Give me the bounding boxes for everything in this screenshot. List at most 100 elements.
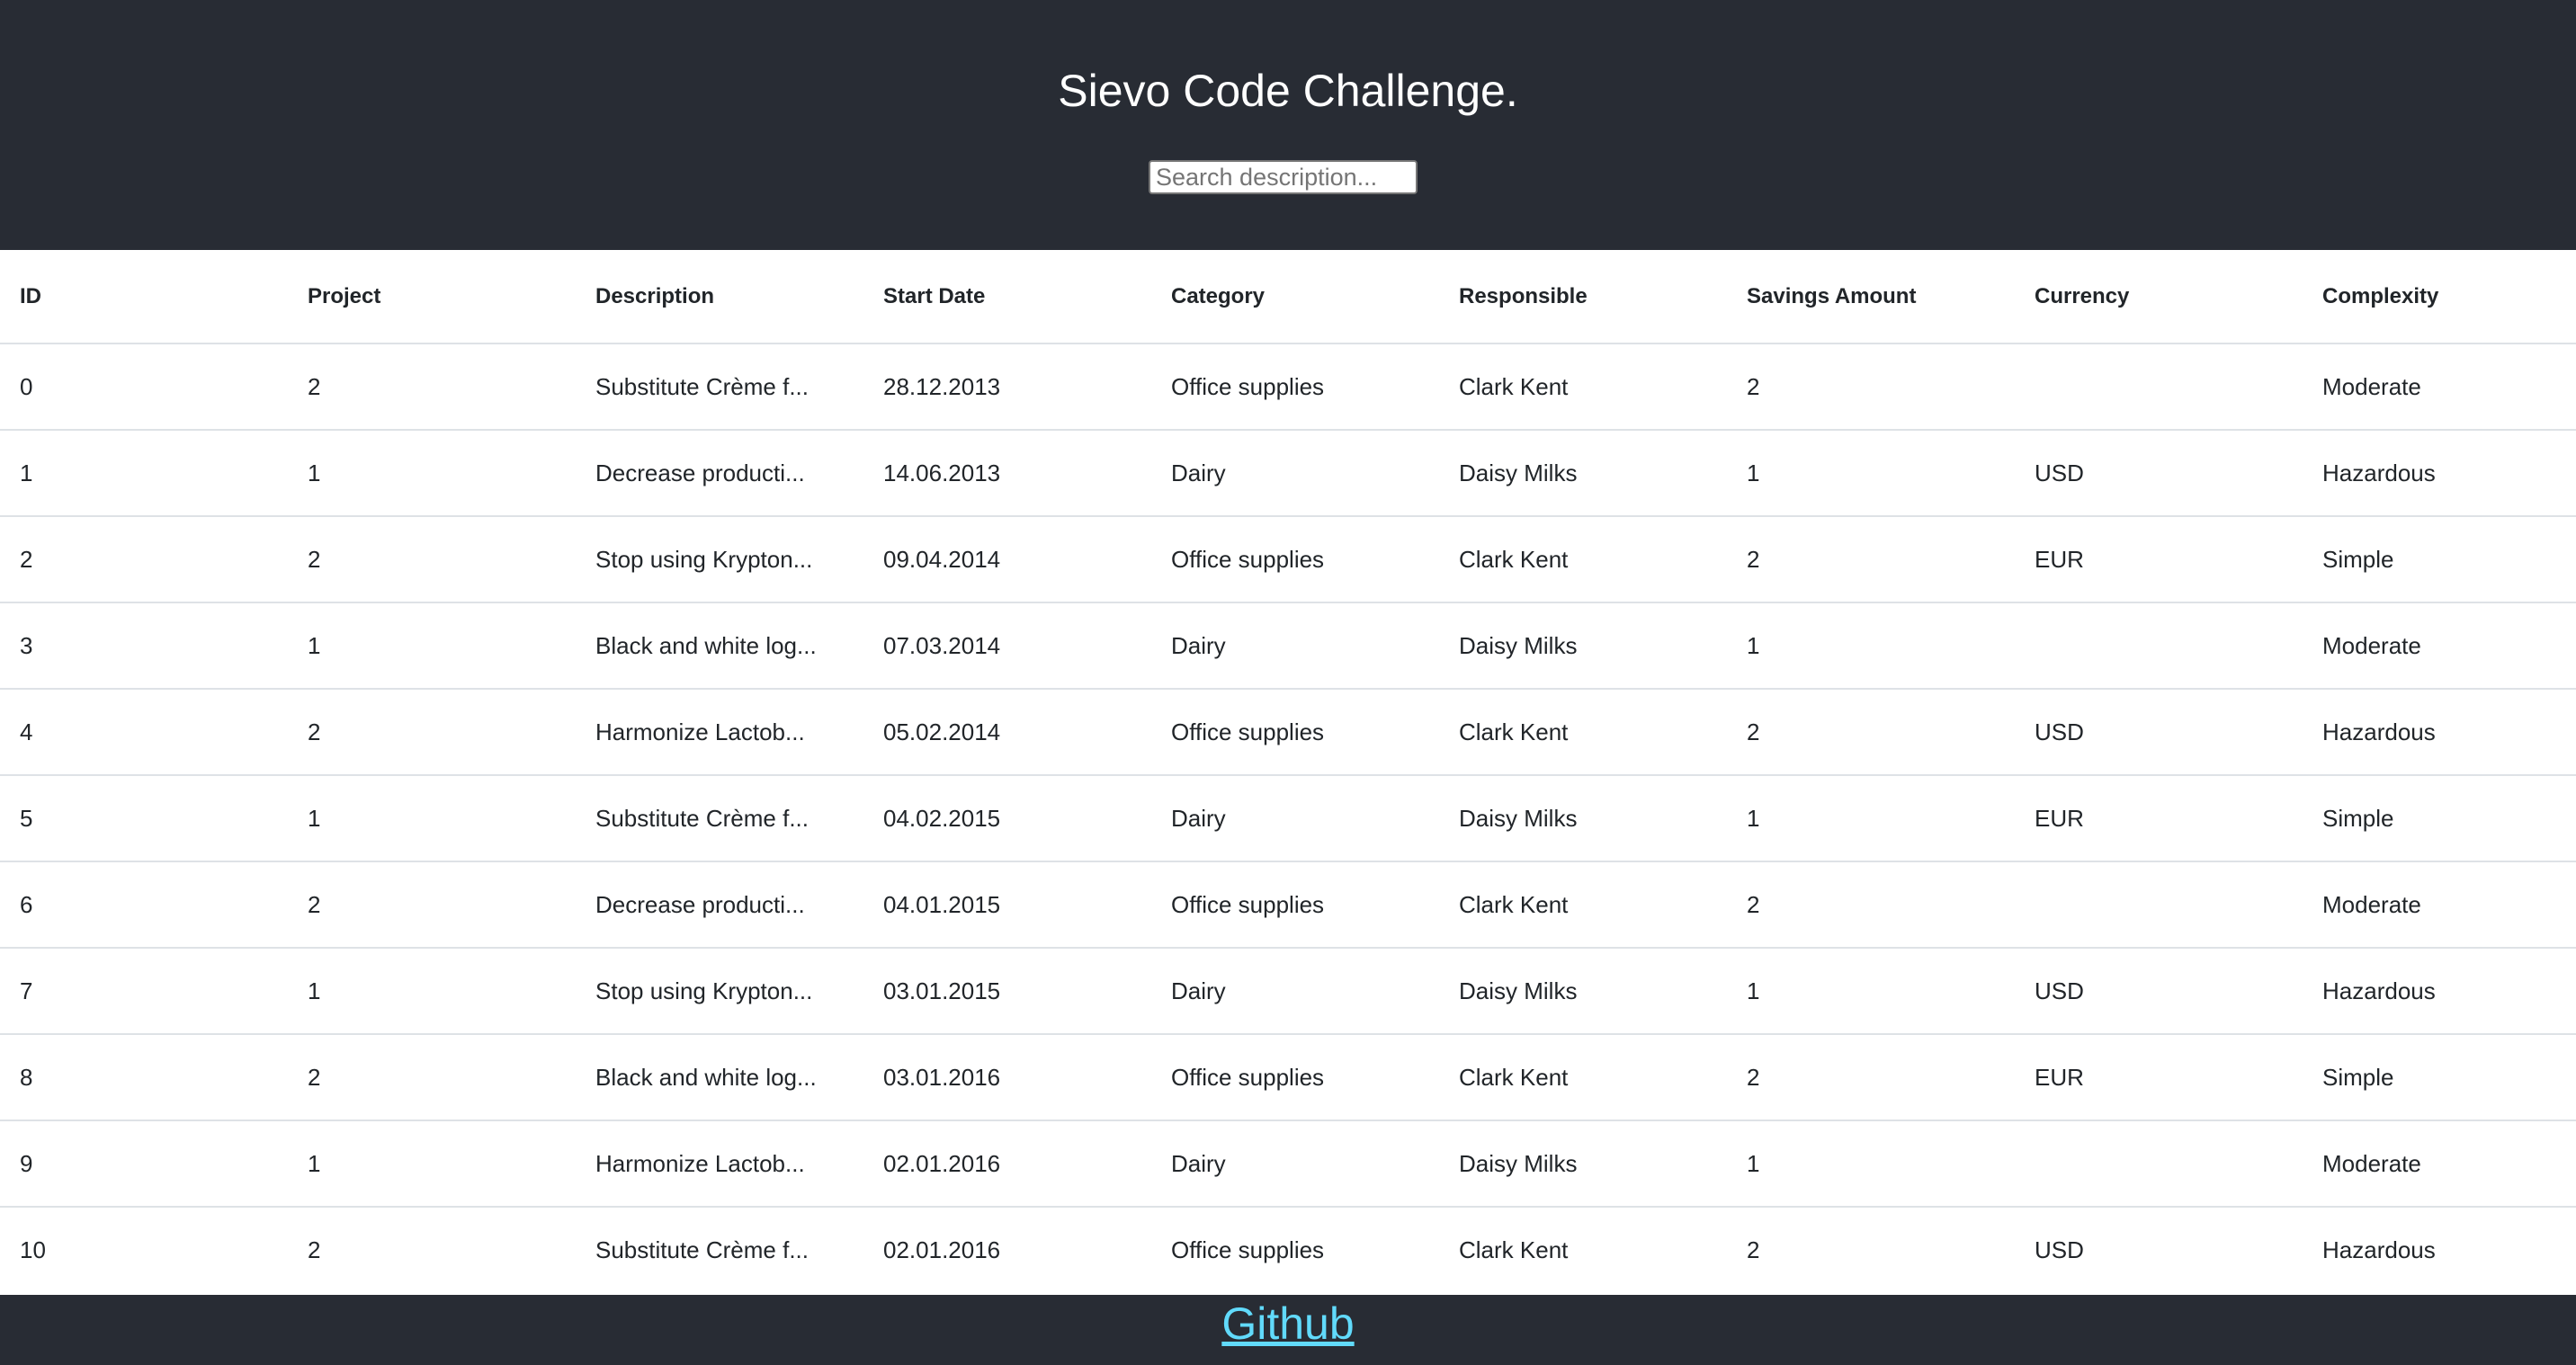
cell-responsible: Clark Kent (1439, 516, 1727, 603)
cell-id: 1 (0, 430, 288, 517)
app-footer: Github (0, 1295, 2576, 1365)
cell-start-date: 04.01.2015 (863, 861, 1151, 949)
cell-id: 10 (20, 1236, 46, 1263)
column-header-project[interactable]: Project (288, 250, 576, 344)
table-row: 9 1 Harmonize Lactob... 02.01.2016 Dairy Dais… (0, 1120, 2576, 1208)
cell-category: Dairy (1151, 948, 1439, 1035)
cell-responsible: Daisy Milks (1439, 948, 1727, 1035)
cell-complexity: Hazardous (2322, 1236, 2436, 1263)
cell-description: Harmonize Lactob... (576, 689, 863, 776)
cell-savings-amount: 1 (1727, 1120, 2015, 1208)
cell-id: 4 (0, 689, 288, 776)
cell-complexity: Hazardous (2303, 948, 2576, 1035)
cell-responsible: Daisy Milks (1439, 430, 1727, 517)
cell-id: 3 (0, 602, 288, 690)
projects-table: ID Project Description Start Date Catego… (0, 250, 2576, 1293)
cell-complexity: Hazardous (2303, 430, 2576, 517)
app-header: Sievo Code Challenge. (0, 0, 2576, 250)
cell-complexity: Hazardous (2303, 689, 2576, 776)
cell-project: 2 (288, 861, 576, 949)
cell-category: Office supplies (1151, 861, 1439, 949)
cell-description: Decrease producti... (576, 861, 863, 949)
table-row: 5 1 Substitute Crème f... 04.02.2015 Dairy Da… (0, 775, 2576, 862)
cell-currency: EUR (2015, 1034, 2303, 1121)
cell-description: Black and white log... (576, 602, 863, 690)
column-header-savings-amount[interactable]: Savings Amount (1727, 250, 2015, 344)
cell-category: Office supplies (1151, 689, 1439, 776)
cell-savings-amount: 2 (1727, 689, 2015, 776)
cell-description: Stop using Krypton... (576, 516, 863, 603)
cell-savings-amount: 1 (1727, 948, 2015, 1035)
table-row: 10 2 Substitute Crème f... 02.01.2016 Office… (0, 1207, 2576, 1293)
cell-savings-amount: 2 (1727, 343, 2015, 431)
header-row: ID Project Description Start Date Catego… (0, 250, 2576, 344)
column-header-description[interactable]: Description (576, 250, 863, 344)
table-header: ID Project Description Start Date Catego… (0, 250, 2576, 344)
table-row: 8 2 Black and white log... 03.01.2016 Office… (0, 1034, 2576, 1121)
cell-category: Dairy (1151, 430, 1439, 517)
cell-complexity: Moderate (2303, 343, 2576, 431)
cell-start-date: 07.03.2014 (863, 602, 1151, 690)
column-header-id[interactable]: ID (0, 250, 288, 344)
cell-start-date: 14.06.2013 (863, 430, 1151, 517)
cell-currency: USD (2015, 689, 2303, 776)
cell-id: 5 (0, 775, 288, 862)
column-header-category[interactable]: Category (1151, 250, 1439, 344)
column-header-complexity[interactable]: Complexity (2303, 250, 2576, 344)
cell-start-date: 05.02.2014 (863, 689, 1151, 776)
cell-complexity: Simple (2303, 1034, 2576, 1121)
cell-description: Stop using Krypton... (576, 948, 863, 1035)
cell-start-date: 28.12.2013 (863, 343, 1151, 431)
table-row: 2 2 Stop using Krypton... 09.04.2014 Office … (0, 516, 2576, 603)
cell-id: 8 (0, 1034, 288, 1121)
cell-currency (2015, 602, 2303, 690)
cell-description: Harmonize Lactob... (576, 1120, 863, 1208)
column-header-currency[interactable]: Currency (2015, 250, 2303, 344)
table-row: 7 1 Stop using Krypton... 03.01.2015 Dairy Da… (0, 948, 2576, 1035)
search-input[interactable] (1149, 160, 1418, 194)
cell-currency: EUR (2015, 516, 2303, 603)
table-row: 1 1 Decrease producti... 14.06.2013 Dairy Dai… (0, 430, 2576, 517)
cell-complexity: Simple (2303, 775, 2576, 862)
cell-responsible: Clark Kent (1439, 861, 1727, 949)
cell-responsible: Daisy Milks (1439, 775, 1727, 862)
column-header-responsible[interactable]: Responsible (1439, 250, 1727, 344)
cell-project: 1 (288, 775, 576, 862)
cell-category: Office supplies (1171, 1236, 1325, 1263)
cell-currency: USD (2015, 948, 2303, 1035)
cell-id: 6 (0, 861, 288, 949)
cell-description: Black and white log... (576, 1034, 863, 1121)
cell-category: Office supplies (1151, 343, 1439, 431)
cell-project: 2 (288, 689, 576, 776)
cell-savings-amount: 1 (1727, 602, 2015, 690)
cell-start-date: 03.01.2015 (863, 948, 1151, 1035)
cell-currency (2015, 343, 2303, 431)
cell-category: Dairy (1151, 1120, 1439, 1208)
cell-category: Office supplies (1151, 516, 1439, 603)
cell-project: 1 (288, 948, 576, 1035)
cell-description: Decrease producti... (576, 430, 863, 517)
cell-project: 2 (288, 516, 576, 603)
table-row: 6 2 Decrease producti... 04.01.2015 Office s… (0, 861, 2576, 949)
github-link[interactable]: Github (1221, 1298, 1354, 1349)
cell-project: 1 (288, 430, 576, 517)
table-row: 3 1 Black and white log... 07.03.2014 Dairy D… (0, 602, 2576, 690)
cell-project: 2 (288, 343, 576, 431)
cell-responsible: Clark Kent (1439, 1034, 1727, 1121)
cell-category: Office supplies (1151, 1034, 1439, 1121)
cell-id: 9 (0, 1120, 288, 1208)
column-header-start-date[interactable]: Start Date (863, 250, 1151, 344)
cell-description: Substitute Crème f... (576, 343, 863, 431)
cell-id: 2 (0, 516, 288, 603)
cell-responsible: Daisy Milks (1439, 1120, 1727, 1208)
cell-responsible: Clark Kent (1439, 689, 1727, 776)
cell-start-date: 02.01.2016 (863, 1120, 1151, 1208)
cell-start-date: 04.02.2015 (863, 775, 1151, 862)
cell-category: Dairy (1151, 775, 1439, 862)
cell-savings-amount: 1 (1727, 775, 2015, 862)
cell-project: 2 (308, 1236, 321, 1263)
cell-complexity: Moderate (2303, 602, 2576, 690)
cell-currency: USD (2015, 430, 2303, 517)
cell-currency (2015, 1120, 2303, 1208)
table-row: 4 2 Harmonize Lactob... 05.02.2014 Office su… (0, 689, 2576, 776)
